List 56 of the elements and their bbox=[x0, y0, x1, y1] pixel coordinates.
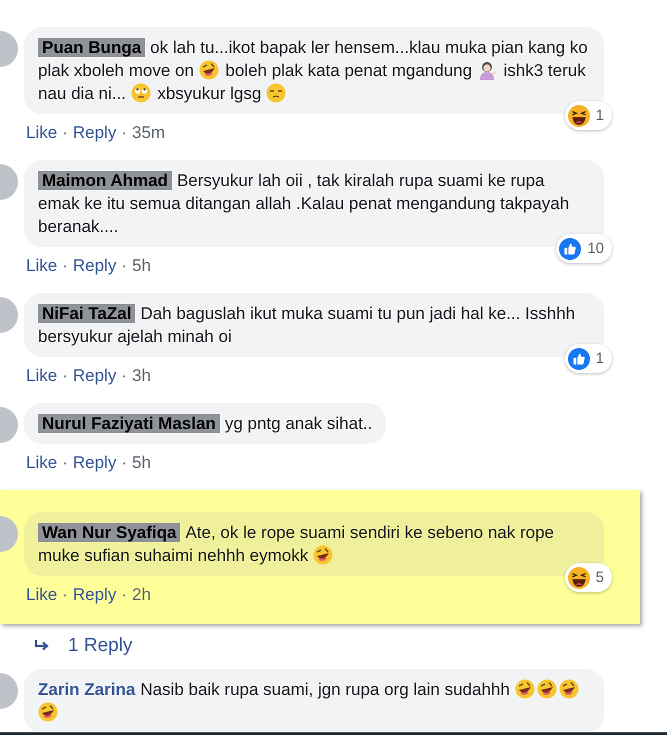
separator-dot: · bbox=[62, 255, 68, 277]
separator-dot: · bbox=[121, 452, 127, 474]
comment-text: Zarin Zarina Nasib baik rupa suami, jgn rupa org lain sudahhh bbox=[38, 678, 590, 724]
reaction-count: 1 bbox=[596, 106, 604, 126]
separator-dot: · bbox=[62, 584, 68, 606]
reaction-count: 10 bbox=[587, 239, 604, 259]
reply-link[interactable]: Reply bbox=[72, 452, 116, 474]
timestamp: 35m bbox=[132, 122, 166, 144]
reaction-badge[interactable]: 10 bbox=[556, 234, 612, 263]
commenter-name[interactable]: Puan Bunga bbox=[38, 38, 146, 57]
separator-dot: · bbox=[121, 122, 127, 144]
laughing-face-icon bbox=[536, 678, 557, 698]
timestamp: 5h bbox=[132, 255, 151, 277]
reaction-count: 1 bbox=[596, 349, 604, 369]
thumbs-up-reaction-icon bbox=[568, 348, 590, 370]
view-replies-link[interactable]: 1 Reply bbox=[34, 632, 667, 660]
laughing-reaction-icon bbox=[568, 104, 590, 126]
separator-dot: · bbox=[121, 584, 127, 606]
timestamp: 2h bbox=[132, 584, 151, 606]
laughing-face-icon bbox=[198, 60, 219, 80]
reply-link[interactable]: Reply bbox=[72, 122, 116, 144]
comment-text: Nurul Faziyati Maslan yg pntg anak sihat.. bbox=[38, 412, 372, 435]
commenter-name[interactable]: NiFai TaZal bbox=[38, 304, 136, 323]
like-link[interactable]: Like bbox=[26, 452, 58, 474]
thumbs-up-reaction-icon bbox=[559, 238, 582, 260]
commenter-name[interactable]: Maimon Ahmad bbox=[38, 171, 172, 190]
reply-link[interactable]: Reply bbox=[72, 584, 116, 606]
commenter-name[interactable]: Zarin Zarina bbox=[38, 680, 136, 698]
reaction-badge[interactable]: 5 bbox=[564, 563, 612, 592]
like-link[interactable]: Like bbox=[26, 255, 58, 277]
separator-dot: · bbox=[121, 365, 127, 387]
reply-link[interactable]: Reply bbox=[72, 255, 116, 277]
laughing-face-icon bbox=[38, 702, 58, 722]
separator-dot: · bbox=[62, 452, 68, 474]
eye-roll-face-icon bbox=[130, 83, 151, 103]
reaction-badge[interactable]: 1 bbox=[564, 101, 612, 130]
timestamp: 3h bbox=[132, 365, 151, 387]
laughing-face-icon bbox=[312, 545, 333, 565]
laughing-face-icon bbox=[558, 678, 579, 698]
separator-dot: · bbox=[62, 122, 68, 144]
reaction-count: 5 bbox=[596, 568, 604, 588]
reply-arrow-icon bbox=[34, 640, 50, 652]
commenter-name[interactable]: Nurul Faziyati Maslan bbox=[38, 414, 220, 433]
commenter-name[interactable]: Wan Nur Syafiqa bbox=[38, 523, 180, 542]
laughing-face-icon bbox=[514, 678, 535, 698]
comment-text: Wan Nur Syafiqa Ate, ok le rope suami sendiri ke sebeno nak rope muke sufian suhaimi nehhh eymokk bbox=[38, 522, 555, 567]
timestamp: 5h bbox=[132, 452, 151, 474]
like-link[interactable]: Like bbox=[26, 365, 58, 387]
laughing-reaction-icon bbox=[568, 566, 590, 588]
separator-dot: · bbox=[62, 365, 68, 387]
separator-dot: · bbox=[121, 255, 127, 277]
unamused-face-icon bbox=[266, 83, 286, 103]
like-link[interactable]: Like bbox=[26, 122, 58, 144]
reaction-badge[interactable]: 1 bbox=[564, 344, 612, 373]
reply-link[interactable]: Reply bbox=[72, 365, 116, 387]
like-link[interactable]: Like bbox=[26, 584, 58, 606]
